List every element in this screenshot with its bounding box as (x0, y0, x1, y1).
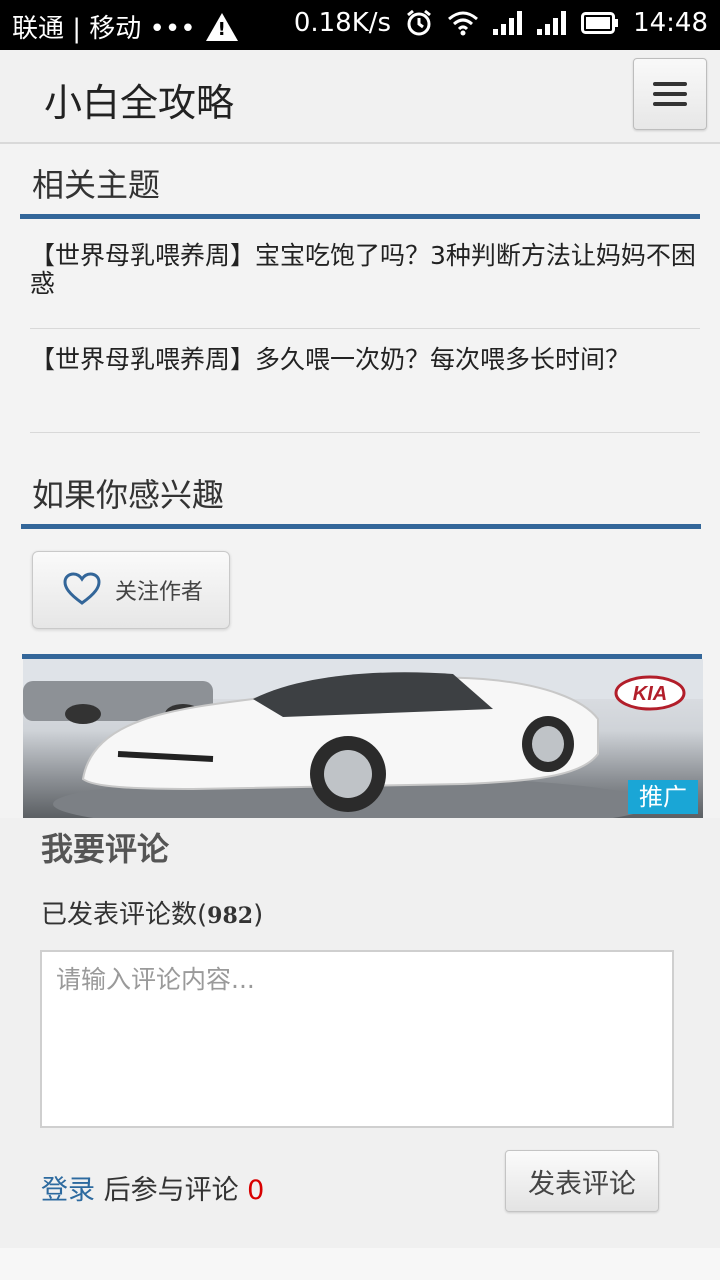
main-content: 相关主题 【世界母乳喂养周】宝宝吃饱了吗？3种判断方法让妈妈不困惑 【世界母乳喂… (0, 144, 720, 818)
net-speed: 0.18K/s (293, 8, 392, 38)
follow-author-button[interactable]: 关注作者 (32, 551, 230, 629)
comment-heading: 我要评论 (41, 830, 170, 868)
carrier-text: 联通 | 移动 ••• (12, 14, 196, 44)
related-topic-1[interactable]: 【世界母乳喂养周】宝宝吃饱了吗？3种判断方法让妈妈不困惑 (30, 242, 700, 298)
interest-heading-rule (21, 524, 701, 529)
signal-icon (493, 11, 523, 35)
clock: 14:48 (633, 8, 708, 38)
status-bar: 联通 | 移动 ••• ! 0.18K/s 14:48 (0, 0, 720, 50)
comment-count: 982 (207, 903, 254, 929)
wifi-icon (448, 11, 479, 36)
menu-button[interactable] (633, 58, 707, 130)
hamburger-menu-icon-line-3 (653, 102, 687, 106)
app-header: 小白全攻略 (0, 50, 720, 144)
sponsored-ad-banner[interactable]: KIA 推广 (23, 659, 703, 818)
login-prompt: 登录 后参与评论 0 (41, 1175, 265, 1206)
alarm-icon (407, 9, 431, 36)
comment-input[interactable] (40, 950, 674, 1128)
ad-tag: 推广 (628, 780, 698, 814)
page-bottom (0, 1248, 720, 1280)
comment-count-text: 已发表评论数(982) (41, 900, 264, 930)
divider (30, 328, 700, 329)
follow-author-label: 关注作者 (115, 580, 204, 605)
submit-comment-button[interactable]: 发表评论 (505, 1150, 659, 1212)
signal-icon-2 (537, 11, 567, 35)
hamburger-menu-icon-line-2 (653, 92, 687, 96)
interest-heading: 如果你感兴趣 (32, 476, 225, 514)
app-title: 小白全攻略 (44, 81, 235, 125)
comment-section: 我要评论 已发表评论数(982) 登录 后参与评论 0 发表评论 (0, 818, 720, 1248)
warning-icon: ! (205, 12, 238, 41)
divider (30, 432, 700, 433)
related-topic-2[interactable]: 【世界母乳喂养周】多久喂一次奶？每次喂多长时间？ (30, 346, 700, 374)
related-heading: 相关主题 (32, 166, 161, 204)
battery-icon (581, 12, 619, 34)
svg-text:KIA: KIA (633, 683, 667, 705)
login-count: 0 (247, 1175, 265, 1206)
related-heading-rule (20, 214, 700, 219)
hamburger-menu-icon (653, 82, 687, 86)
login-link[interactable]: 登录 (41, 1175, 95, 1206)
heart-icon (63, 572, 101, 605)
car-ad-image: KIA (23, 659, 703, 818)
